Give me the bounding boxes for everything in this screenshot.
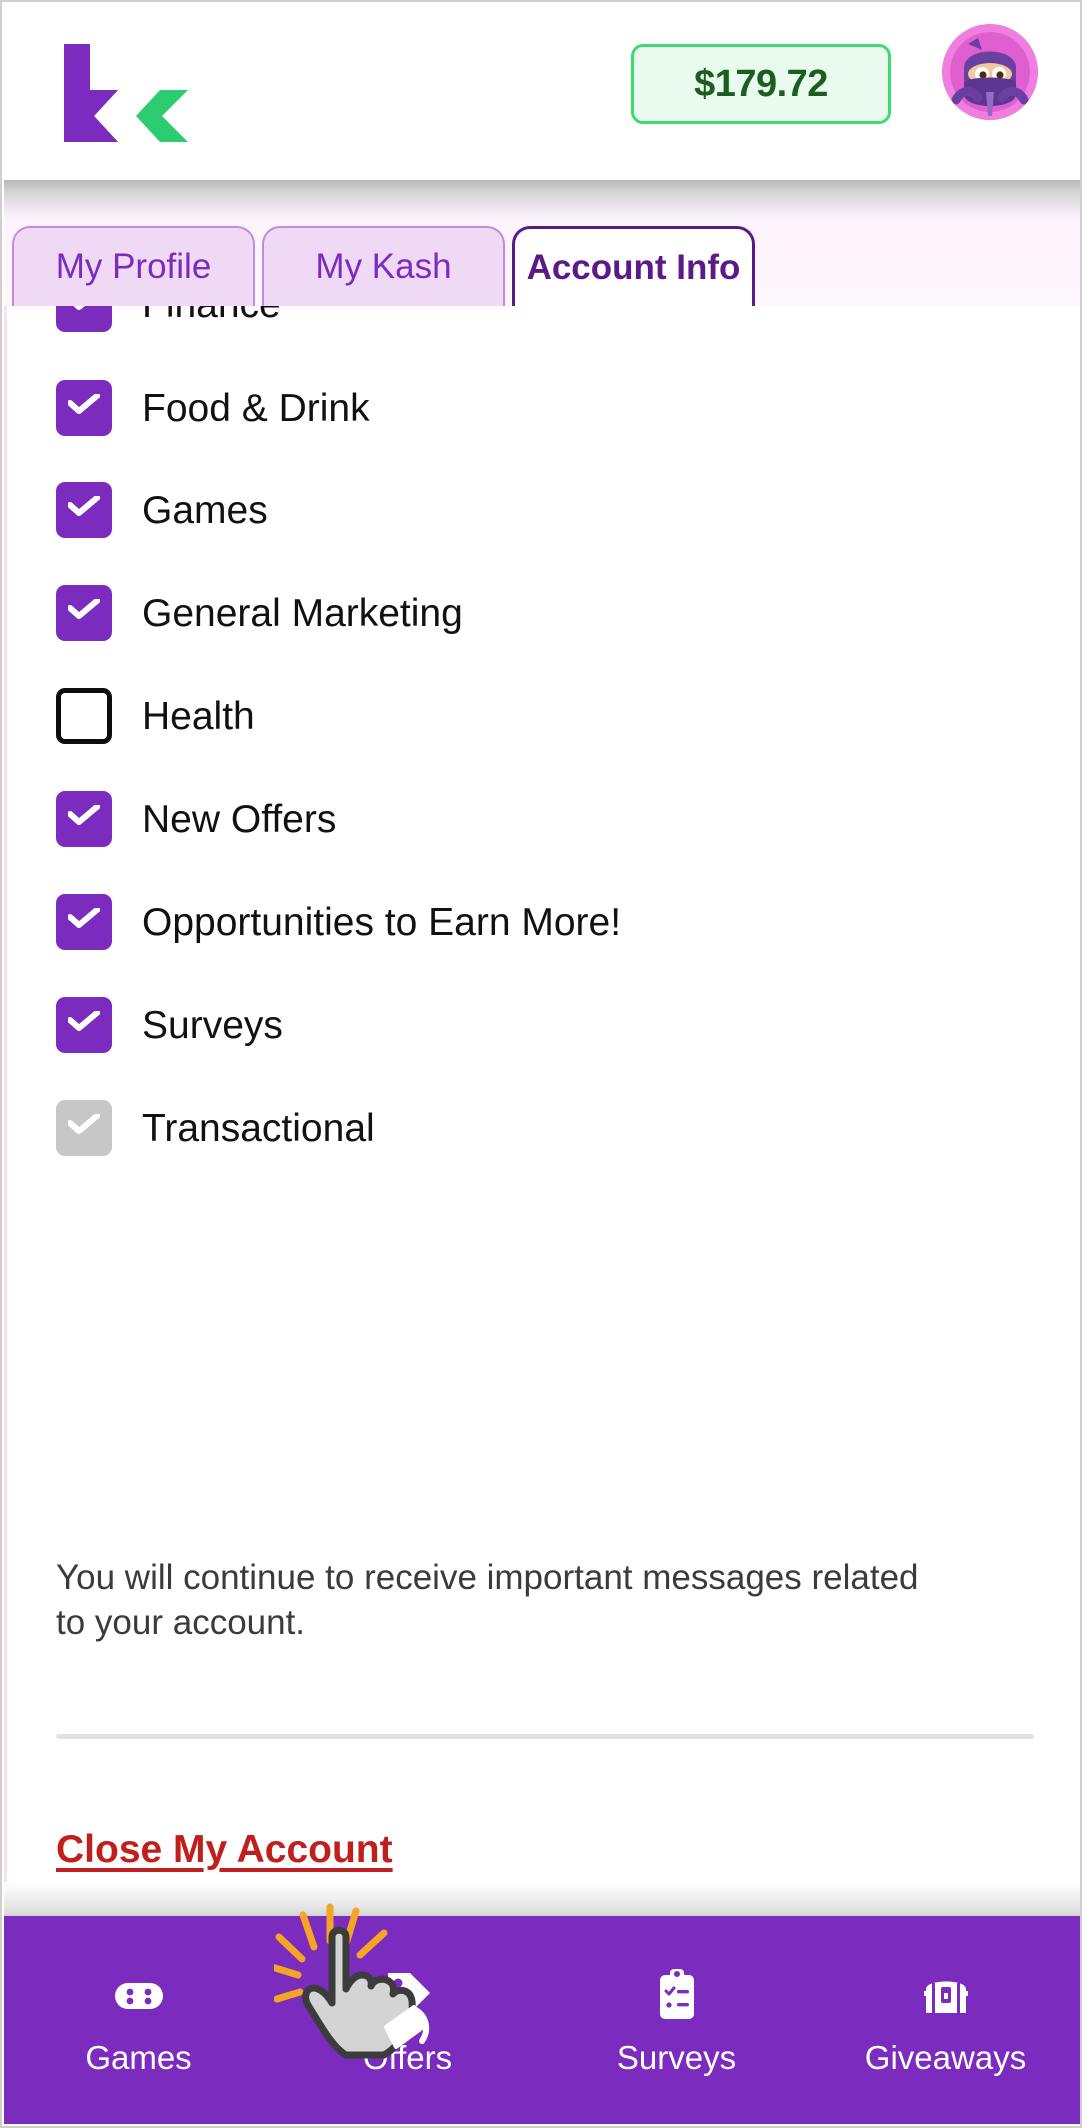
kashkick-logo[interactable] <box>56 42 196 142</box>
tab-account-info[interactable]: Account Info <box>512 226 755 306</box>
pref-label: Opportunities to Earn More! <box>142 900 622 944</box>
checkbox-finance[interactable] <box>56 304 112 332</box>
pref-label: Food & Drink <box>142 386 370 430</box>
pref-label: Finance <box>142 304 281 326</box>
app-root: $179.72 My Profile My Kash Account Info … <box>0 0 1082 2128</box>
check-icon <box>68 1011 100 1031</box>
balance-amount: $179.72 <box>694 62 828 105</box>
check-icon <box>68 599 100 619</box>
app-header: $179.72 <box>4 4 1080 180</box>
gamepad-icon <box>114 1982 163 2009</box>
pref-label: Surveys <box>142 1003 283 1047</box>
header-shadow <box>4 180 1080 222</box>
check-icon <box>68 805 100 825</box>
checkbox-games[interactable] <box>56 482 112 538</box>
nav-label: Giveaways <box>864 2038 1027 2076</box>
account-info-panel[interactable]: Finance Food & Drink Games General Marke… <box>4 304 1080 1920</box>
pref-row-general-marketing[interactable]: General Marketing <box>56 585 463 641</box>
tab-label: My Profile <box>55 247 212 286</box>
pref-row-games[interactable]: Games <box>56 482 268 538</box>
check-icon <box>68 496 100 516</box>
panel-left-edge <box>4 304 7 1920</box>
balance-pill[interactable]: $179.72 <box>631 44 891 124</box>
tag-icon <box>387 1972 430 2015</box>
transactional-helper-text: You will continue to receive important m… <box>56 1558 919 1642</box>
pref-label: Transactional <box>142 1106 375 1150</box>
pref-label: General Marketing <box>142 591 463 635</box>
check-icon <box>68 394 100 414</box>
close-my-account-link[interactable]: Close My Account <box>56 1828 393 1872</box>
pref-label: Health <box>142 694 255 738</box>
tab-label: Account Info <box>526 247 741 287</box>
pref-row-new-offers[interactable]: New Offers <box>56 791 336 847</box>
nav-label: Surveys <box>616 2038 737 2076</box>
treasure-chest-icon <box>923 1981 968 2013</box>
clipboard-checklist-icon <box>659 1968 694 2019</box>
tab-label: My Kash <box>315 247 452 286</box>
nav-item-giveaways[interactable]: Giveaways <box>811 1916 1080 2124</box>
checkbox-general-marketing[interactable] <box>56 585 112 641</box>
checkbox-surveys[interactable] <box>56 997 112 1053</box>
checkbox-new-offers[interactable] <box>56 791 112 847</box>
nav-item-games[interactable]: Games <box>4 1916 273 2124</box>
pref-row-transactional: Transactional <box>56 1100 375 1156</box>
nav-item-offers[interactable]: Offers <box>273 1916 542 2124</box>
check-icon <box>68 1114 100 1134</box>
tab-my-kash[interactable]: My Kash <box>262 226 505 306</box>
pref-row-finance[interactable]: Finance <box>56 304 281 332</box>
nav-label: Games <box>85 2038 192 2076</box>
nav-item-surveys[interactable]: Surveys <box>542 1916 811 2124</box>
section-divider <box>56 1734 1034 1739</box>
check-icon <box>68 908 100 928</box>
tab-my-profile[interactable]: My Profile <box>12 226 255 306</box>
checkbox-food-drink[interactable] <box>56 380 112 436</box>
checkbox-transactional <box>56 1100 112 1156</box>
pref-row-opportunities[interactable]: Opportunities to Earn More! <box>56 894 621 950</box>
nav-label: Offers <box>362 2038 453 2076</box>
checkbox-opportunities[interactable] <box>56 894 112 950</box>
avatar[interactable] <box>942 24 1038 120</box>
checkbox-health[interactable] <box>56 688 112 744</box>
pref-row-health[interactable]: Health <box>56 688 255 744</box>
pref-row-food-drink[interactable]: Food & Drink <box>56 380 370 436</box>
pref-row-surveys[interactable]: Surveys <box>56 997 283 1053</box>
bottom-navigation: Games Offers Surveys Giveaways <box>4 1916 1080 2124</box>
pref-label: Games <box>142 488 268 532</box>
pref-label: New Offers <box>142 797 337 841</box>
